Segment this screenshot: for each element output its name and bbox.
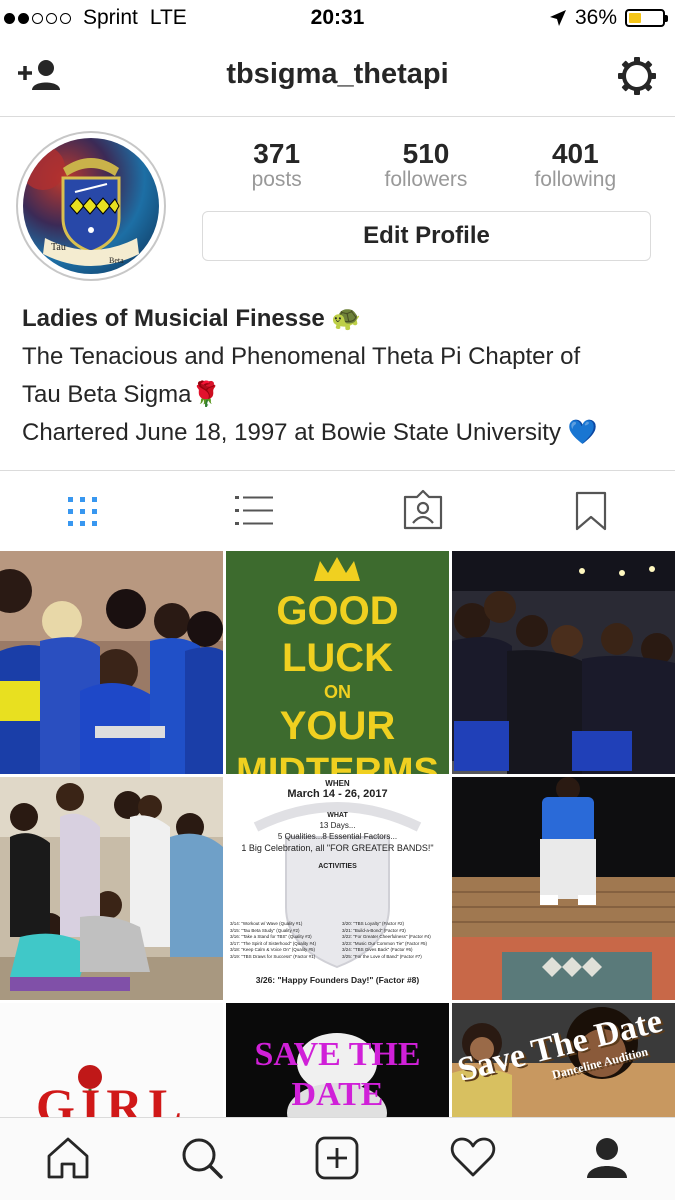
profile-stats: 371 posts 510 followers 401 following (202, 138, 650, 192)
post-text: YOUR (279, 704, 396, 748)
activity-item: 3/25: "For the Love of Band" (Factor #7) (342, 953, 422, 959)
stat-value: 401 (551, 138, 599, 169)
activity-item: 3/15: "Tau Beta Study" (Quality #2) (230, 927, 300, 933)
post-text: SAVE THE (254, 1036, 421, 1073)
activity-item: 3/17: "The Spirit of Sisterhood" (Qualit… (230, 940, 316, 946)
post-text: 1 Big Celebration, all "FOR GREATER BAND… (241, 843, 434, 853)
activity-item: 3/23: "Music Our Common Tie" (Factor #5) (342, 940, 427, 946)
post-thumbnail[interactable] (452, 777, 675, 1000)
post-text: DATE (291, 1076, 384, 1113)
activity-item: 3/21: "Build-a-Bond" (Factor #3) (342, 927, 406, 933)
post-text: ACTIVITIES (318, 863, 357, 870)
post-thumbnail[interactable] (0, 551, 223, 774)
gear-icon[interactable] (617, 56, 657, 96)
post-thumbnail[interactable]: Save The Date Danceline Audition (452, 1003, 675, 1119)
activity-item: 3/19: "TBS Draws for Success" (Factor #1… (230, 953, 316, 959)
activity-item: 3/24: "TBS Gives Back" (Factor #6) (342, 947, 413, 953)
search-icon[interactable] (180, 1136, 224, 1180)
bookmark-icon[interactable] (575, 491, 607, 531)
stat-label: following (534, 168, 617, 191)
username-title: tbsigma_thetapi (226, 58, 449, 90)
stat-value: 510 (402, 138, 450, 169)
post-thumbnail[interactable]: GIRL (0, 1003, 223, 1119)
post-text: ON (324, 682, 351, 702)
stat-label: followers (384, 168, 468, 191)
avatar-crest-image: Tau Beta (23, 138, 159, 274)
battery-percent: 36% (574, 6, 617, 29)
avatar[interactable]: Tau Beta (16, 131, 166, 281)
stat-label: posts (251, 168, 302, 191)
post-thumbnail[interactable] (0, 777, 223, 1000)
tagged-icon[interactable] (402, 489, 444, 531)
location-arrow-icon (549, 10, 566, 26)
bio-line: Chartered June 18, 1997 at Bowie State U… (22, 419, 598, 446)
profile-header: tbsigma_thetapi (0, 38, 675, 117)
edit-profile-button[interactable]: Edit Profile (202, 211, 651, 261)
grid-icon[interactable] (66, 495, 100, 529)
stat-following[interactable]: 401 following (501, 138, 650, 192)
activity-item: 3/18: "Keep Calm & Voice On" (Quality #5… (230, 947, 315, 953)
post-text: MIDTERMS (236, 751, 439, 774)
post-thumbnail[interactable]: WHEN March 14 - 26, 2017 WHAT 13 Days...… (226, 777, 449, 1000)
post-thumbnail[interactable] (452, 551, 675, 774)
heart-icon[interactable] (450, 1136, 496, 1178)
stat-value: 371 (253, 138, 301, 169)
activity-item: 3/22: "For Greater Cheerfulness" (Factor… (342, 934, 431, 940)
post-text: 13 Days... (319, 821, 356, 830)
stat-followers[interactable]: 510 followers (351, 138, 500, 192)
post-text: March 14 - 26, 2017 (287, 788, 388, 800)
activity-item: 3/20: "TBS Loyalty" (Factor #2) (342, 921, 404, 926)
status-right: 36% (549, 6, 668, 30)
post-text: GIRL (36, 1078, 188, 1119)
home-icon[interactable] (45, 1136, 91, 1180)
profile-bio: Ladies of Musicial Finesse 🐢 The Tenacio… (22, 300, 662, 452)
display-name: Ladies of Musicial Finesse 🐢 (22, 305, 362, 332)
posts-grid: GOOD LUCK ON YOUR MIDTERMS WHEN March 14… (0, 551, 675, 1119)
avatar-banner-text-left: Tau (51, 242, 66, 253)
stat-posts[interactable]: 371 posts (202, 138, 351, 192)
post-thumbnail[interactable]: GOOD LUCK ON YOUR MIDTERMS (226, 551, 449, 774)
post-text: WHEN (325, 779, 350, 788)
post-text: 3/26: "Happy Founders Day!" (Factor #8) (255, 975, 420, 985)
post-text: LUCK (281, 636, 394, 680)
post-text: 5 Qualities...8 Essential Factors... (277, 832, 398, 841)
activity-item: 3/16: "Take a Stand for TBS" (Quality #3… (230, 934, 312, 940)
battery-icon (625, 9, 668, 27)
bio-line: The Tenacious and Phenomenal Theta Pi Ch… (22, 343, 581, 370)
post-text: WHAT (327, 812, 348, 819)
profile-view-tabs (0, 470, 675, 551)
status-bar: Sprint LTE 20:31 36% (0, 0, 675, 38)
activity-item: 3/14: "Workout w/ Wave (Quality #1) (230, 921, 303, 926)
post-thumbnail[interactable]: SAVE THE DATE (226, 1003, 449, 1119)
post-text: GOOD (276, 589, 399, 633)
profile-icon[interactable] (585, 1136, 629, 1180)
bottom-nav (0, 1117, 675, 1200)
bio-line: Tau Beta Sigma🌹 (22, 381, 222, 408)
add-post-icon[interactable] (315, 1136, 359, 1180)
list-icon[interactable] (234, 493, 274, 529)
avatar-banner-text-right: Beta (109, 256, 124, 265)
